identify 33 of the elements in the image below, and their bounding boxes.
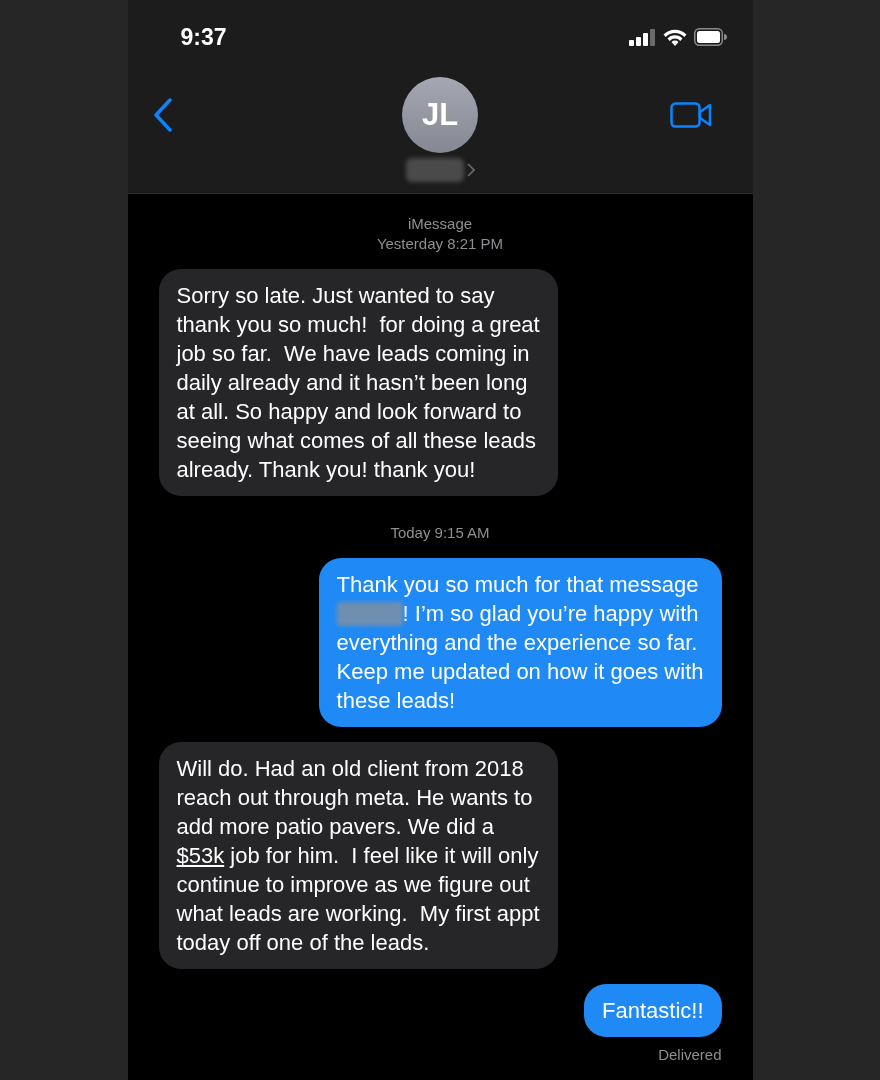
clock-time: 9:37 <box>180 22 227 52</box>
wifi-icon <box>662 28 687 46</box>
back-icon[interactable] <box>152 98 173 132</box>
message-text: reach out through meta. He wants to <box>176 784 533 812</box>
redacted-text <box>336 601 403 626</box>
message-text: already. Thank you! thank you! <box>176 456 476 484</box>
timestamp: Today 9:15 AM <box>390 523 490 543</box>
signal-icon <box>628 28 656 46</box>
message-text: Thank you so much for that message <box>336 571 699 599</box>
message-text: Sorry so late. Just wanted to say <box>176 282 495 310</box>
message-text: job so far. We have leads coming in <box>176 340 530 368</box>
message-text: ! I’m so glad you’re happy with <box>402 600 699 628</box>
delivery-status: Delivered <box>658 1045 722 1065</box>
message-text: thank you so much! for doing a great <box>176 311 540 339</box>
message-link[interactable]: $53k <box>176 841 225 870</box>
timestamp: Yesterday 8:21 PM <box>376 234 504 254</box>
video-call-icon[interactable] <box>669 102 712 128</box>
message-text: Keep me updated on how it goes with <box>336 658 704 686</box>
message-text: Will do. Had an old client from 2018 <box>176 755 524 783</box>
message-text: what leads are working. My first appt <box>176 900 540 928</box>
message-text: daily already and it hasn’t been long <box>176 369 528 397</box>
message-text: Fantastic!! <box>602 997 704 1025</box>
message-text: these leads! <box>336 687 456 715</box>
message-text: at all. So happy and look forward to <box>176 398 522 426</box>
message-text: everything and the experience so far. <box>336 629 698 657</box>
message-text: continue to improve as we figure out <box>176 871 530 899</box>
message-text: today off one of the leads. <box>176 929 430 957</box>
battery-icon <box>693 28 727 46</box>
timestamp: iMessage <box>407 214 473 234</box>
message-text: job for him. I feel like it will only <box>228 842 539 870</box>
message-text: seeing what comes of all these leads <box>176 427 537 455</box>
message-text: add more patio pavers. We did a <box>176 813 495 841</box>
chevron-right-icon[interactable] <box>466 163 475 177</box>
